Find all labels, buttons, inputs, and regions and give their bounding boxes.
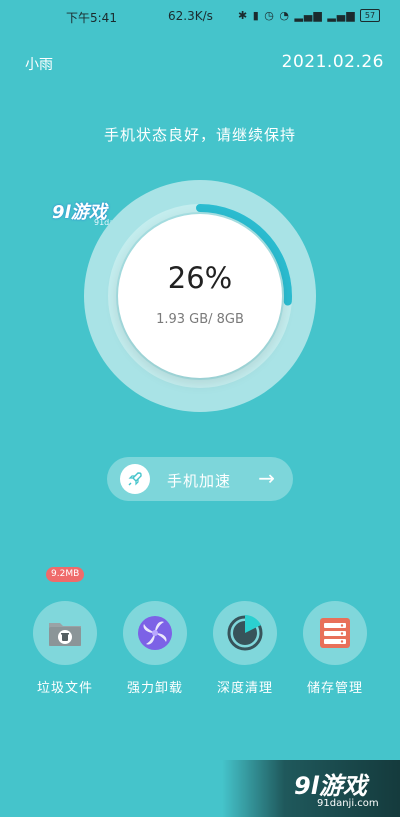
gauge-center: 26% 1.93 GB/ 8GB xyxy=(118,214,282,378)
watermark-bottom-url: 91danji.com xyxy=(317,798,379,809)
speed-up-label: 手机加速 xyxy=(167,472,232,490)
speed-up-button[interactable]: 手机加速 → xyxy=(107,457,293,501)
deep-clean-button[interactable]: 深度清理 xyxy=(212,601,278,696)
status-icons: ✱ ▮ ◷ ◔ ▂▄▆ ▂▄▆ xyxy=(238,9,356,22)
force-uninstall-label: 强力卸载 xyxy=(126,681,183,696)
watermark-bottom: 9l游戏 91danji.com xyxy=(222,760,400,817)
storage-icon xyxy=(303,601,367,665)
user-name[interactable]: 小雨 xyxy=(25,54,53,74)
date-label: 2021.02.26 xyxy=(281,52,384,72)
force-uninstall-button[interactable]: 强力卸载 xyxy=(122,601,188,696)
status-time: 下午5:41 xyxy=(66,11,117,25)
arrow-right-icon: → xyxy=(258,466,275,490)
trash-icon xyxy=(33,601,97,665)
pie-clean-icon xyxy=(213,601,277,665)
deep-clean-label: 深度清理 xyxy=(216,681,273,696)
junk-size-badge: 9.2MB xyxy=(46,567,85,582)
battery-icon: 57 xyxy=(360,9,380,22)
status-bar: 下午5:41 62.3K/s ✱ ▮ ◷ ◔ ▂▄▆ ▂▄▆ 57 xyxy=(0,0,400,30)
storage-manage-label: 储存管理 xyxy=(306,681,363,696)
status-message: 手机状态良好，请继续保持 xyxy=(103,126,296,144)
memory-percent: 26% xyxy=(167,261,233,295)
junk-files-button[interactable]: 垃圾文件 xyxy=(32,601,98,696)
pinwheel-icon xyxy=(123,601,187,665)
memory-usage: 1.93 GB/ 8GB xyxy=(156,312,244,327)
watermark-logo-mark: 9l xyxy=(52,202,71,223)
network-speed: 62.3K/s xyxy=(168,9,213,23)
junk-files-label: 垃圾文件 xyxy=(36,681,93,696)
memory-gauge[interactable]: 26% 1.93 GB/ 8GB xyxy=(82,178,318,414)
rocket-icon xyxy=(120,464,150,494)
storage-manage-button[interactable]: 储存管理 xyxy=(302,601,368,696)
watermark-bottom-logo: 9l游戏 xyxy=(294,772,367,800)
